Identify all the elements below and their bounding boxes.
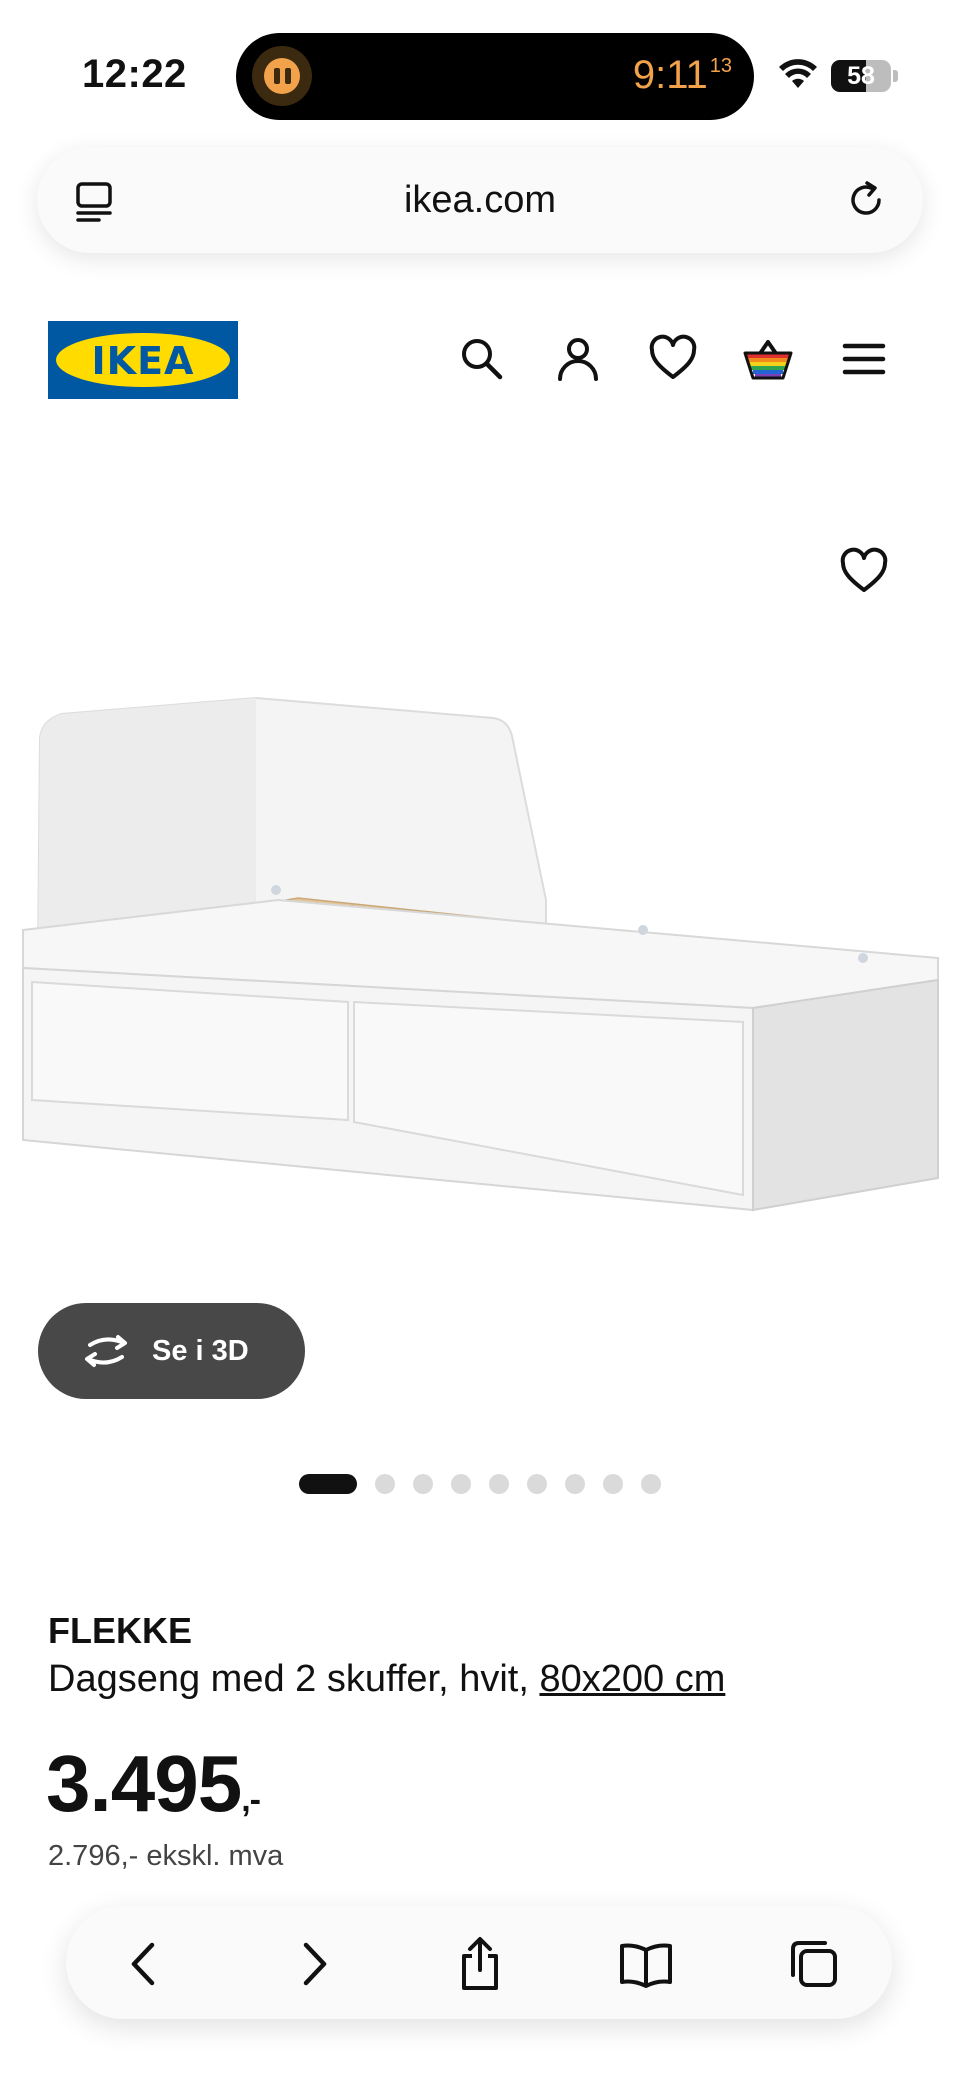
ikea-logo[interactable]: IKEA [48,321,238,399]
product-name: FLEKKE [48,1610,192,1651]
reload-icon[interactable] [845,179,887,221]
timer-main: 9:11 [632,53,708,97]
timer-pause-icon[interactable] [252,46,312,106]
forward-icon [303,1942,327,1986]
carousel-dot[interactable] [565,1474,585,1494]
add-to-wishlist-icon[interactable] [838,546,890,598]
image-carousel-indicator[interactable] [0,1474,960,1494]
carousel-dot[interactable] [641,1474,661,1494]
menu-icon[interactable] [838,333,890,385]
wishlist-icon[interactable] [647,333,699,385]
address-bar[interactable]: ikea.com [37,147,923,253]
battery-icon: 58 [831,60,891,92]
product-price: 3.495,- [46,1738,261,1830]
carousel-dot[interactable] [489,1474,509,1494]
back-button[interactable] [116,1936,172,1992]
share-button[interactable] [452,1936,508,1992]
bookmarks-button[interactable] [618,1936,674,1992]
carousel-dot[interactable] [451,1474,471,1494]
carousel-dot[interactable] [603,1474,623,1494]
browser-toolbar [66,1906,892,2019]
price-suffix: ,- [241,1781,261,1819]
timer-readout: 9:11 13 [633,53,732,98]
search-icon[interactable] [456,333,508,385]
ikea-logo-text: IKEA [91,339,195,383]
product-description-text: Dagseng med 2 skuffer, hvit, [48,1658,529,1700]
forward-button[interactable] [286,1936,342,1992]
view-3d-button[interactable]: Se i 3D [38,1303,305,1399]
tabs-button[interactable] [786,1936,842,1992]
carousel-dot[interactable] [375,1474,395,1494]
battery-cap [893,70,898,82]
carousel-dot[interactable] [299,1474,357,1494]
share-icon [462,1937,498,1990]
battery-level: 58 [847,62,875,90]
product-description: Dagseng med 2 skuffer, hvit, 80x200 cm [48,1658,725,1701]
account-icon[interactable] [552,333,604,385]
dynamic-island-timer[interactable]: 9:11 13 [236,33,754,120]
product-image[interactable] [18,690,942,1250]
url-text[interactable]: ikea.com [37,179,923,222]
wifi-icon [779,59,817,88]
bookmarks-icon [620,1943,672,1988]
shopping-bag-icon[interactable] [742,333,794,385]
tabs-icon [791,1941,837,1987]
status-time: 12:22 [82,52,187,96]
product-size-link[interactable]: 80x200 cm [539,1658,725,1700]
view-3d-label: Se i 3D [152,1334,249,1367]
carousel-dot[interactable] [527,1474,547,1494]
price-main: 3.495 [46,1739,242,1828]
back-icon [131,1942,155,1986]
timer-seconds: 13 [709,55,732,77]
rotate-3d-icon [85,1335,127,1367]
carousel-dot[interactable] [413,1474,433,1494]
price-excl-vat: 2.796,- ekskl. mva [48,1840,284,1872]
